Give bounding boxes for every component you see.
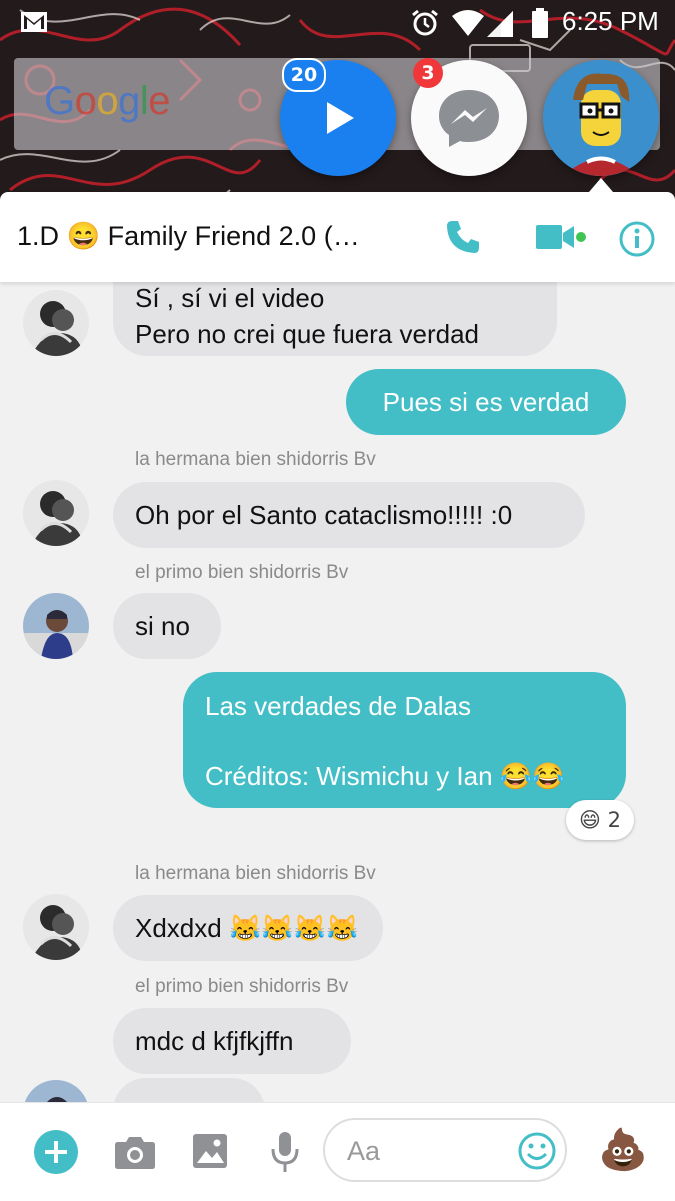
add-icon[interactable]	[34, 1130, 78, 1178]
messenger-count-badge: 3	[413, 58, 443, 88]
message-text-line: Sí , sí vi el video	[135, 283, 325, 313]
message-bubble[interactable]: Xdxdxd 😹😹😹😹	[113, 895, 383, 961]
google-logo: Google	[44, 79, 171, 123]
conversation-title[interactable]: 1.D 😄 Family Friend 2.0 (…	[17, 220, 360, 252]
gallery-icon[interactable]	[192, 1133, 228, 1173]
wifi-icon	[452, 10, 484, 40]
message-text-line: Las verdades de Dalas	[205, 691, 471, 721]
message-text: Xdxdxd 😹😹😹😹	[135, 913, 359, 943]
sender-name: la hermana bien shidorris Bv	[135, 863, 376, 884]
sender-name: el primo bien shidorris Bv	[135, 562, 349, 583]
message-bubble[interactable]: Sí , sí vi el video Pero no crei que fue…	[113, 282, 557, 356]
reaction-badge[interactable]: 😄 2	[566, 800, 634, 840]
message-bubble-outgoing[interactable]: Pues si es verdad	[346, 369, 626, 435]
status-bar: 6:25 PM	[0, 0, 675, 46]
sender-avatar[interactable]	[23, 593, 89, 659]
signal-icon	[487, 11, 513, 41]
message-bubble[interactable]: mdc d kfjfkjffn	[113, 1008, 351, 1074]
composer-bar: 💩	[0, 1102, 675, 1201]
message-text: Oh por el Santo cataclismo!!!!! :0	[135, 500, 513, 530]
message-bubble[interactable]: Oh por el Santo cataclismo!!!!! :0	[113, 482, 585, 548]
conversation-header: 1.D 😄 Family Friend 2.0 (…	[0, 192, 675, 282]
message-input[interactable]	[345, 1132, 509, 1170]
emoji-picker-icon[interactable]	[517, 1131, 557, 1175]
message-input-field[interactable]	[323, 1118, 567, 1182]
quick-reaction-button[interactable]: 💩	[598, 1125, 648, 1175]
camera-icon[interactable]	[114, 1134, 156, 1174]
battery-icon	[531, 8, 549, 42]
sender-name: la hermana bien shidorris Bv	[135, 449, 376, 470]
sender-name: el primo bien shidorris Bv	[135, 976, 349, 997]
message-text: si no	[135, 611, 190, 641]
sender-avatar[interactable]	[23, 480, 89, 546]
sender-avatar[interactable]	[23, 894, 89, 960]
message-text-line: Créditos: Wismichu y Ian 😂😂	[205, 761, 565, 791]
message-text-line: Pero no crei que fuera verdad	[135, 319, 479, 349]
video-count-badge: 20	[282, 58, 326, 92]
status-time: 6:25 PM	[562, 6, 659, 36]
alarm-icon	[410, 8, 440, 42]
microphone-icon[interactable]	[270, 1131, 300, 1179]
message-text: Pues si es verdad	[382, 387, 590, 417]
sender-avatar[interactable]	[23, 290, 89, 356]
message-list[interactable]: Sí , sí vi el video Pero no crei que fue…	[0, 282, 675, 1102]
reaction-count: 2	[607, 808, 621, 832]
message-bubble-partial[interactable]	[113, 1078, 265, 1102]
chat-head-pointer	[589, 178, 613, 192]
group-chat-head-avatar[interactable]	[543, 60, 659, 176]
sender-avatar[interactable]	[23, 1080, 89, 1102]
message-bubble-outgoing[interactable]: Las verdades de Dalas Créditos: Wismichu…	[183, 672, 626, 808]
message-bubble[interactable]: si no	[113, 593, 221, 659]
info-icon[interactable]	[618, 220, 656, 262]
gmail-notification-icon	[20, 10, 48, 38]
message-text: mdc d kfjfkjffn	[135, 1026, 294, 1056]
reaction-emoji: 😄	[579, 808, 601, 832]
video-call-icon[interactable]	[536, 223, 588, 255]
phone-call-icon[interactable]	[444, 218, 482, 260]
